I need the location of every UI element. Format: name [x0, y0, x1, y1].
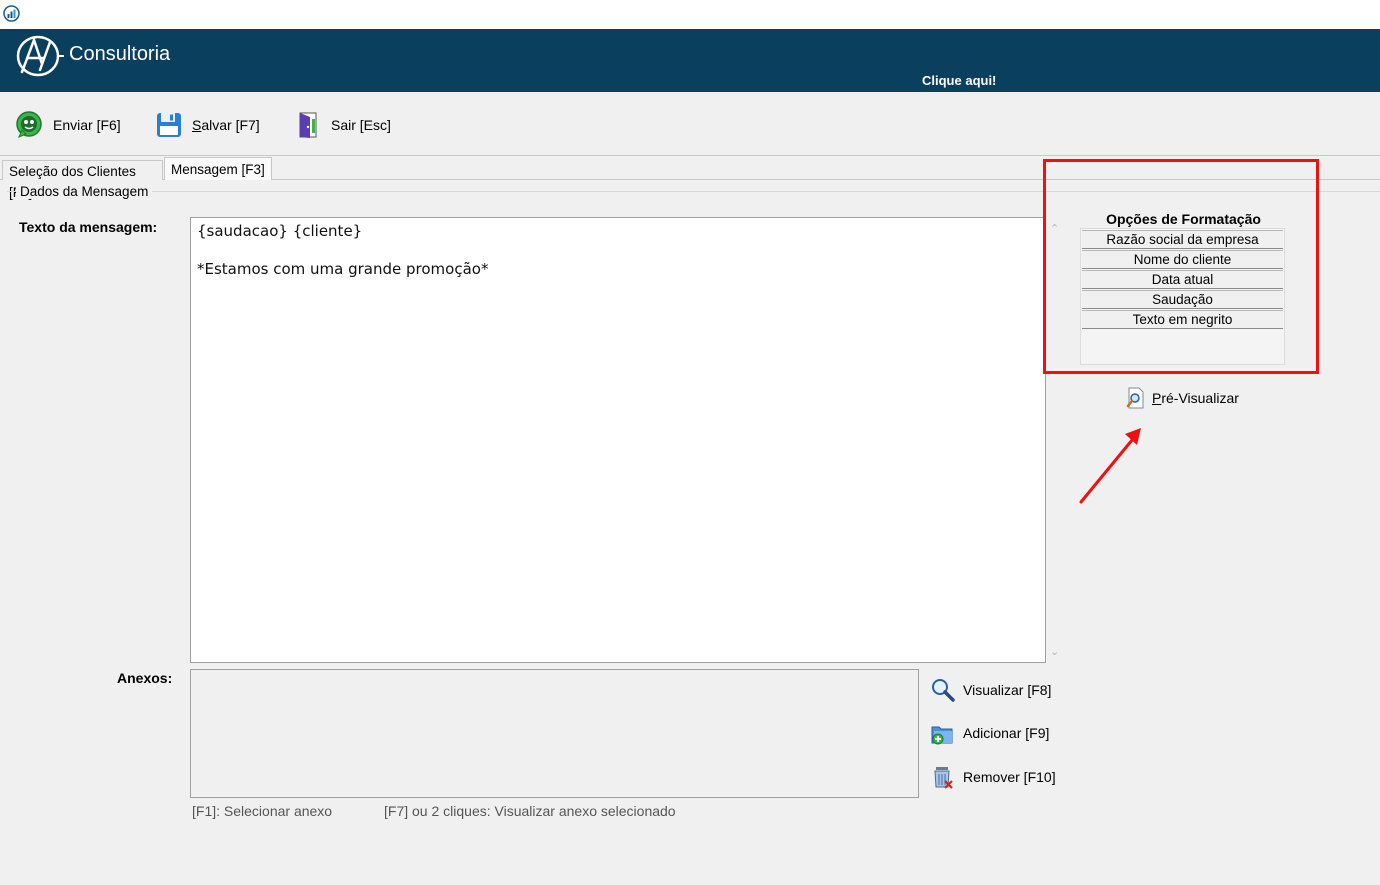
- remove-attachment-button[interactable]: Remover [F10]: [930, 764, 1056, 790]
- remove-attachment-label: Remover [F10]: [963, 769, 1056, 785]
- company-logo-icon: [16, 35, 64, 77]
- add-attachment-button[interactable]: Adicionar [F9]: [930, 720, 1049, 746]
- message-line-2: *Estamos com uma grande promoção*: [197, 260, 489, 278]
- view-attachment-button[interactable]: Visualizar [F8]: [930, 677, 1051, 703]
- brand-banner: [0, 29, 1380, 92]
- message-text-label: Texto da mensagem:: [19, 219, 158, 235]
- exit-door-icon: [299, 112, 317, 138]
- whatsapp-icon: [16, 111, 42, 138]
- attachments-label: Anexos:: [117, 670, 173, 686]
- trash-bin-icon: [934, 767, 953, 789]
- floppy-disk-icon: [157, 113, 181, 137]
- highlight-annotation-box: [1043, 159, 1319, 374]
- click-here-link[interactable]: Clique aqui!: [922, 73, 996, 88]
- message-line-1: {saudacao} {cliente}: [197, 222, 363, 240]
- send-button[interactable]: Enviar [F6]: [14, 108, 121, 142]
- save-label-rest: alvar [F7]: [201, 117, 260, 133]
- window-title-bar: [0, 0, 1380, 29]
- save-button[interactable]: Salvar [F7]: [155, 108, 260, 142]
- send-button-label: Enviar [F6]: [53, 117, 121, 133]
- message-textarea[interactable]: {saudacao} {cliente} *Estamos com uma gr…: [190, 217, 1046, 663]
- save-button-label: Salvar [F7]: [192, 117, 260, 133]
- preview-label-rest: ré-Visualizar: [1161, 390, 1239, 406]
- group-title: Dados da Mensagem: [16, 184, 153, 199]
- tab-message[interactable]: Mensagem [F3]: [164, 157, 272, 180]
- tab-client-selection[interactable]: Seleção dos Clientes [F2]: [2, 160, 163, 200]
- preview-button-label: Pré-Visualizar: [1152, 390, 1239, 406]
- hint-view-attachment: [F7] ou 2 cliques: Visualizar anexo sele…: [384, 803, 676, 819]
- add-attachment-label: Adicionar [F9]: [963, 725, 1050, 741]
- save-accelerator: S: [192, 117, 202, 133]
- exit-button[interactable]: Sair [Esc]: [296, 108, 391, 142]
- preview-button[interactable]: Pré-Visualizar: [1126, 387, 1239, 409]
- preview-magnifier-icon: [1126, 387, 1144, 409]
- magnifier-icon: [932, 679, 955, 702]
- brand-name: Consultoria: [69, 43, 171, 65]
- app-chart-icon[interactable]: [3, 5, 20, 22]
- red-arrow-annotation-icon: [1079, 428, 1141, 504]
- toolbar-divider: [0, 155, 1380, 156]
- add-folder-icon: [931, 726, 953, 745]
- hint-select-attachment: [F1]: Selecionar anexo: [192, 803, 333, 819]
- attachments-list[interactable]: [190, 669, 919, 798]
- view-attachment-label: Visualizar [F8]: [963, 682, 1052, 698]
- exit-button-label: Sair [Esc]: [331, 117, 391, 133]
- preview-accelerator: P: [1152, 390, 1162, 406]
- scroll-down-arrow-icon[interactable]: ⌄: [1050, 645, 1059, 658]
